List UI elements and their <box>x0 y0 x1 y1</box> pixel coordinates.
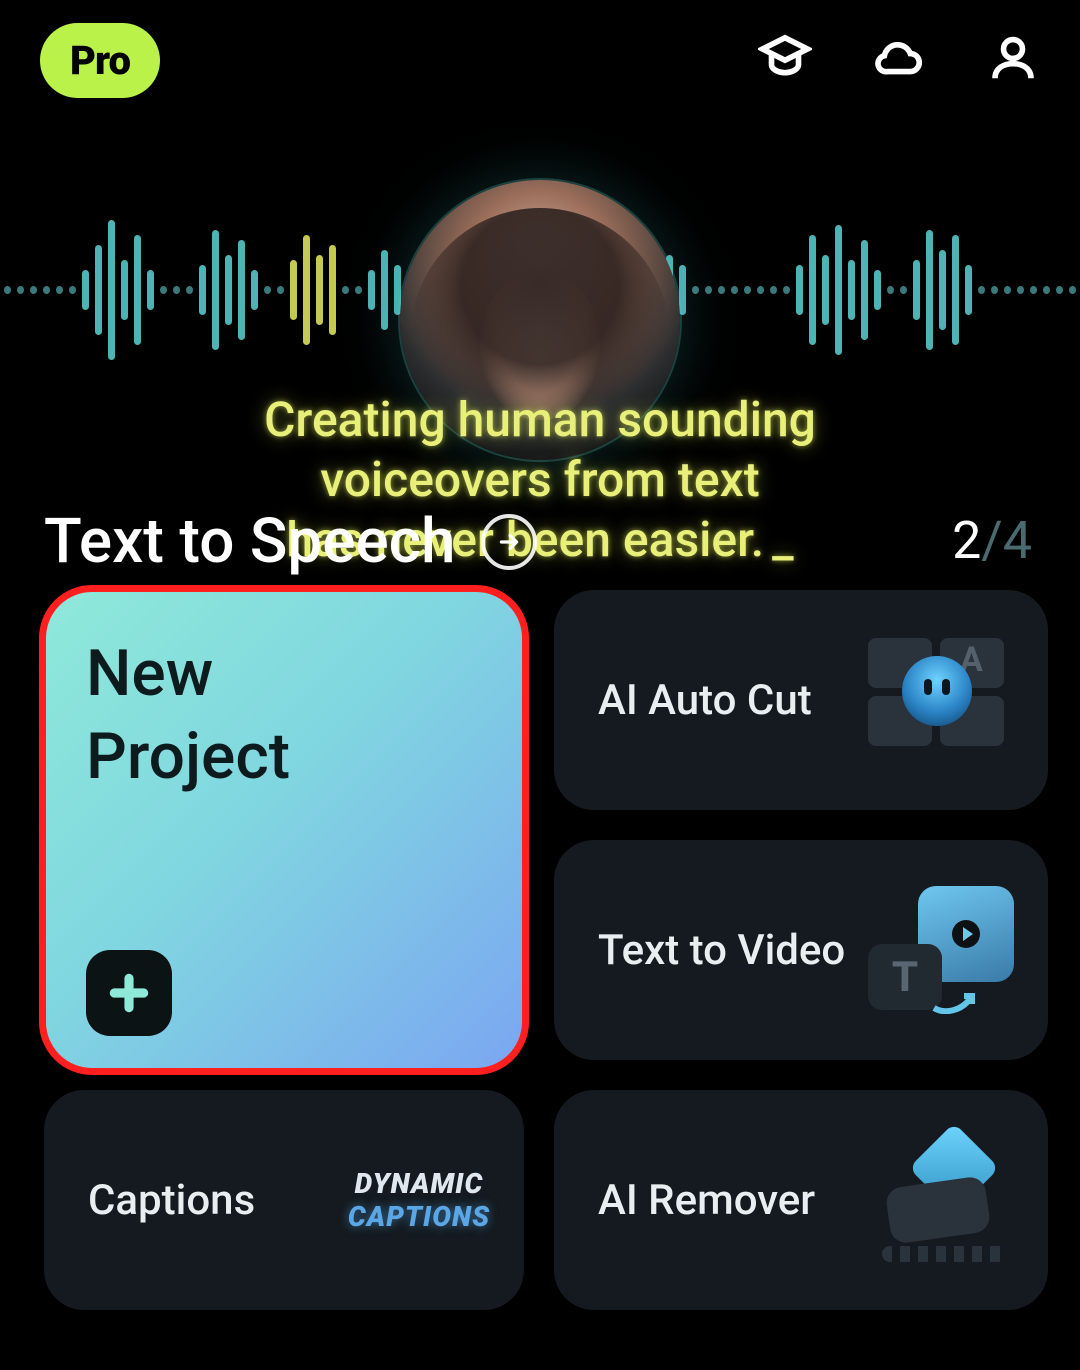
tutorials-icon[interactable] <box>758 31 812 89</box>
text-to-video-label: Text to Video <box>598 926 845 975</box>
pro-badge[interactable]: Pro <box>40 23 160 98</box>
captions-icon: DYNAMIC CAPTIONS <box>344 1130 494 1270</box>
new-project-tile[interactable]: New Project <box>44 590 524 1070</box>
tagline-line1: Creating human sounding <box>264 391 816 448</box>
text-to-video-tile[interactable]: Text to Video T <box>554 840 1048 1060</box>
captions-label: Captions <box>88 1176 255 1225</box>
profile-icon[interactable] <box>986 31 1040 89</box>
ai-remover-tile[interactable]: AI Remover <box>554 1090 1048 1310</box>
banner-pager: 2/4 <box>952 510 1032 571</box>
cursor-icon: _ <box>772 511 794 568</box>
ai-remover-label: AI Remover <box>598 1176 815 1225</box>
ai-auto-cut-label: AI Auto Cut <box>598 676 812 725</box>
ai-auto-cut-tile[interactable]: AI Auto Cut A <box>554 590 1048 810</box>
section-title-row: Text to Speech <box>44 505 537 578</box>
ai-auto-cut-icon: A <box>868 630 1018 770</box>
cloud-icon[interactable] <box>872 31 926 89</box>
text-to-video-icon: T <box>868 880 1018 1020</box>
play-arrow-icon[interactable] <box>481 514 537 570</box>
app-header: Pro <box>0 0 1080 120</box>
header-actions <box>758 31 1040 89</box>
pager-current: 2 <box>952 510 981 571</box>
new-project-label: New Project <box>86 632 482 798</box>
plus-icon <box>86 950 172 1036</box>
tools-grid: New Project AI Auto Cut A Text to Video … <box>30 590 1050 1370</box>
ai-remover-icon <box>868 1130 1018 1270</box>
pager-total: 4 <box>1003 510 1032 571</box>
tagline-line2: voiceovers from text <box>320 451 760 508</box>
captions-tile[interactable]: Captions DYNAMIC CAPTIONS <box>44 1090 524 1310</box>
section-title: Text to Speech <box>44 505 455 578</box>
